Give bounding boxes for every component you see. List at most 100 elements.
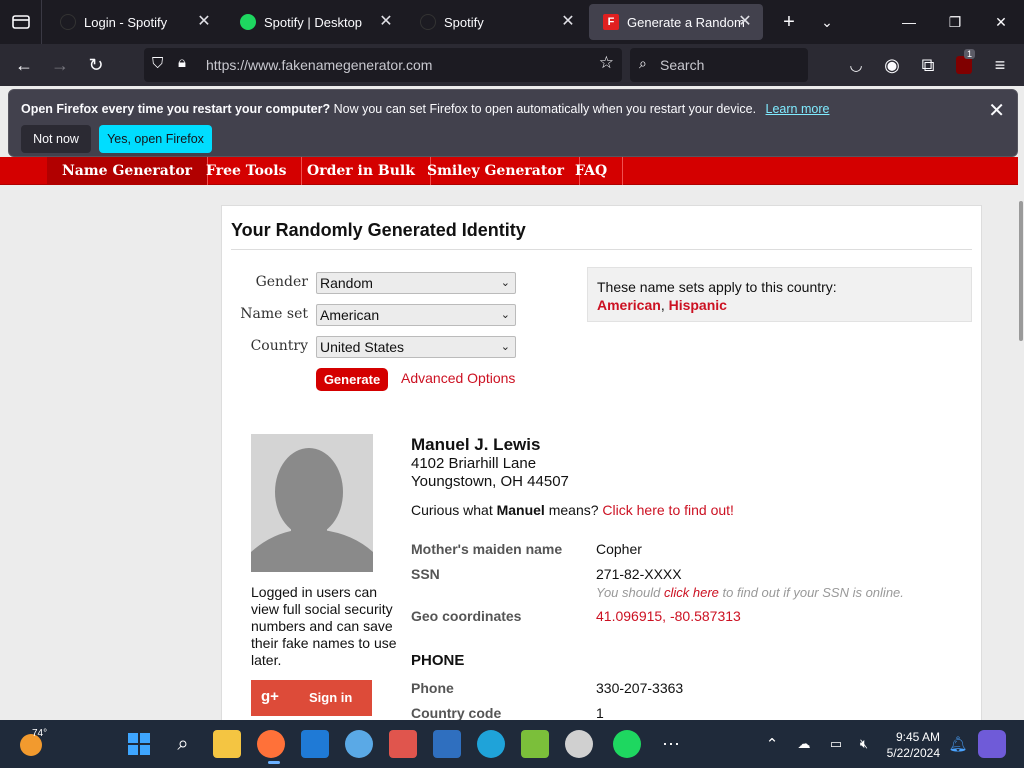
curious-pre: Curious what <box>411 502 493 518</box>
yes-open-firefox-button[interactable]: Yes, open Firefox <box>99 125 212 153</box>
copilot-icon[interactable] <box>978 730 1006 758</box>
display-icon[interactable]: ▭ <box>822 730 850 758</box>
tab-fake-name-generator[interactable]: F Generate a Random Na ✕ <box>589 4 763 40</box>
tab-login-spotify[interactable]: Login - Spotify ✕ <box>46 4 222 40</box>
phone-heading: PHONE <box>411 652 465 669</box>
firefox-icon[interactable] <box>257 730 285 758</box>
avatar <box>251 434 373 572</box>
advanced-options-link[interactable]: Advanced Options <box>401 370 515 386</box>
country-select-value: United States <box>320 339 405 355</box>
chevron-down-icon: ⌄ <box>821 13 833 30</box>
url-text[interactable]: https://www.fakenamegenerator.com <box>206 57 432 73</box>
site-menu-bar: Name Generator Free Tools Order in Bulk … <box>0 157 1018 185</box>
tab-spotify[interactable]: Spotify ✕ <box>406 4 586 40</box>
clock-app-icon[interactable] <box>565 730 593 758</box>
country-select[interactable]: United States ⌄ <box>316 336 516 358</box>
page-title: Your Randomly Generated Identity <box>231 220 526 240</box>
minimize-icon: — <box>902 14 916 30</box>
menu-name-generator[interactable]: Name Generator <box>47 157 209 185</box>
app-globe-icon[interactable] <box>345 730 373 758</box>
gender-select[interactable]: Random ⌄ <box>316 272 516 294</box>
learn-more-link[interactable]: Learn more <box>766 102 830 116</box>
generate-button[interactable]: Generate <box>316 368 388 391</box>
notification-bold-text: Open Firefox every time you restart your… <box>21 102 331 116</box>
snipping-tool-icon[interactable] <box>389 730 417 758</box>
account-button[interactable]: ◉ <box>880 53 904 77</box>
close-notification-icon[interactable]: ✕ <box>988 98 1005 123</box>
firefox-view-button[interactable] <box>0 0 42 44</box>
shield-icon[interactable]: ⛉ <box>152 55 163 72</box>
ublock-button[interactable]: 1 <box>952 49 976 77</box>
ssn-label: SSN <box>411 566 440 582</box>
american-link[interactable]: American <box>597 297 661 313</box>
ssn-check-link[interactable]: click here <box>664 585 719 600</box>
reload-button[interactable]: ↻ <box>84 53 108 77</box>
restore-button[interactable]: ❐ <box>932 0 978 44</box>
close-tab-icon[interactable]: ✕ <box>560 14 576 30</box>
close-tab-icon[interactable]: ✕ <box>196 14 212 30</box>
google-plus-icon: g+ <box>261 688 279 705</box>
reload-icon: ↻ <box>88 54 104 75</box>
close-window-button[interactable]: ✕ <box>978 0 1024 44</box>
weather-temp: 74° <box>32 728 48 739</box>
calculator-icon[interactable] <box>433 730 461 758</box>
address-street: 4102 Briarhill Lane <box>411 455 537 472</box>
name-meaning-link[interactable]: Click here to find out! <box>602 502 734 518</box>
page-scrollbar[interactable] <box>1018 157 1024 720</box>
menu-button[interactable]: ≡ <box>988 53 1012 77</box>
menu-order-in-bulk[interactable]: Order in Bulk <box>292 157 431 185</box>
vscode-icon[interactable] <box>301 730 329 758</box>
account-icon: ◉ <box>884 54 900 75</box>
pocket-button[interactable]: ◡ <box>844 53 868 77</box>
network-icon[interactable]: ☁ <box>790 730 818 758</box>
not-now-button[interactable]: Not now <box>21 125 91 153</box>
nameset-select[interactable]: American ⌄ <box>316 304 516 326</box>
url-bar[interactable]: ⛉ 🔒︎ https://www.fakenamegenerator.com ☆ <box>144 48 622 82</box>
bookmark-star-icon[interactable]: ☆ <box>599 53 614 73</box>
scrollbar-thumb[interactable] <box>1019 201 1023 341</box>
google-plus-signin-button[interactable]: g+ Sign in <box>251 680 372 716</box>
lock-icon[interactable]: 🔒︎ <box>178 54 186 71</box>
edge-icon[interactable] <box>477 730 505 758</box>
search-bar[interactable]: ⌕ Search <box>630 48 808 82</box>
minimize-button[interactable]: — <box>886 0 932 44</box>
puzzle-icon: ⧉ <box>921 54 935 75</box>
geo-value-link[interactable]: 41.096915, -80.587313 <box>596 608 741 624</box>
menu-free-tools[interactable]: Free Tools <box>191 157 303 185</box>
spotify-taskbar-icon[interactable] <box>613 730 641 758</box>
search-placeholder[interactable]: Search <box>660 57 704 73</box>
plus-icon: + <box>783 10 795 33</box>
start-button[interactable] <box>125 730 153 758</box>
close-tab-icon[interactable]: ✕ <box>378 14 394 30</box>
hispanic-link[interactable]: Hispanic <box>669 297 727 313</box>
geo-label: Geo coordinates <box>411 608 522 624</box>
search-icon: ⌕ <box>639 55 647 71</box>
identity-name: Manuel J. Lewis <box>411 435 541 454</box>
back-button[interactable]: ← <box>12 53 36 77</box>
curious-mid: means? <box>548 502 599 518</box>
ssn-note: You should click here to find out if you… <box>596 585 904 600</box>
arrow-right-icon: → <box>51 54 69 75</box>
clock[interactable]: 9:45 AM 5/22/2024 <box>880 729 940 761</box>
forward-button[interactable]: → <box>48 53 72 77</box>
close-icon: ✕ <box>995 13 1007 30</box>
list-tabs-button[interactable]: ⌄ <box>804 0 850 44</box>
notification-bell-icon[interactable]: 🔔︎ <box>944 730 972 758</box>
tab-spotify-desktop[interactable]: Spotify | Desktop ✕ <box>226 4 404 40</box>
menu-smiley-generator[interactable]: Smiley Generator <box>412 157 581 185</box>
country-code-value: 1 <box>596 705 604 720</box>
menu-faq[interactable]: FAQ <box>560 157 624 185</box>
close-tab-icon[interactable]: ✕ <box>737 14 753 30</box>
taskbar-search-button[interactable]: ⌕ <box>169 730 197 758</box>
more-apps-icon[interactable]: ⋯ <box>657 730 685 758</box>
notepad-icon[interactable] <box>521 730 549 758</box>
nameset-links: American, Hispanic <box>597 297 727 313</box>
extensions-button[interactable]: ⧉ <box>916 53 940 77</box>
name-meaning-line: Curious what Manuel means? Click here to… <box>411 502 734 518</box>
spotify-dark-icon <box>60 14 76 30</box>
tab-title: Generate a Random Na <box>627 14 747 30</box>
volume-icon[interactable]: 🔇︎ <box>850 730 878 758</box>
tray-chevron-up-icon[interactable]: ⌃ <box>758 730 786 758</box>
file-explorer-icon[interactable] <box>213 730 241 758</box>
extension-badge: 1 <box>964 49 976 59</box>
